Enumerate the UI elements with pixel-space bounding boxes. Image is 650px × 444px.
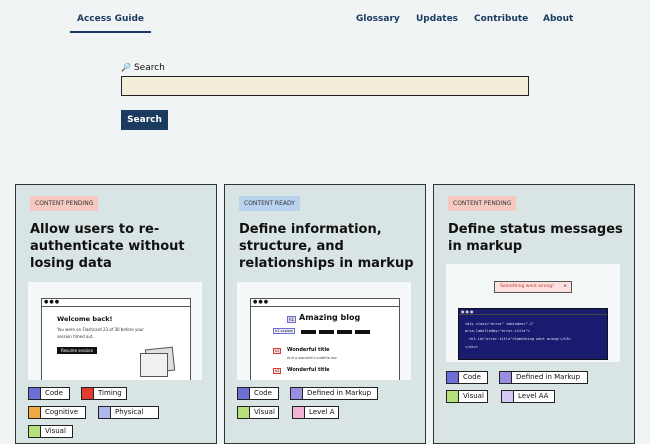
tag-timing: Timing: [81, 387, 127, 400]
status-badge: CONTENT PENDING: [30, 196, 99, 211]
tag-physical: Physical: [98, 406, 159, 419]
blog-heading: Amazing blog: [299, 313, 361, 322]
post-title: Wonderful title: [287, 347, 330, 353]
code-line: <h3 id="error-title">Something went wron…: [469, 337, 571, 341]
guide-card[interactable]: CONTENT PENDING Define status messages i…: [433, 184, 635, 444]
resume-session-button: Resume session: [57, 347, 98, 354]
tag-code: Code: [28, 387, 70, 400]
top-navigation: Access Guide Glossary Updates Contribute…: [0, 0, 650, 36]
h2-tag-label: h2: [273, 368, 282, 374]
h2-tag-label: h2: [273, 348, 282, 354]
code-line: </div>: [465, 345, 478, 349]
card-title[interactable]: Allow users to re-authenticate without l…: [30, 221, 210, 272]
brand-link[interactable]: Access Guide: [70, 0, 151, 33]
error-alert-box: Something went wrong! ×: [494, 281, 572, 293]
tag-visual: Visual: [28, 425, 73, 438]
modal-text-line1: You were on Flashcard 23 of 30 before yo…: [57, 327, 144, 332]
tag-cognitive: Cognitive: [28, 406, 86, 419]
nav-link-about[interactable]: About: [543, 14, 573, 24]
browser-window: ●●● h1 Amazing blog h2 explain h2 Wonder…: [250, 298, 400, 380]
tag-level-aa: Level AA: [501, 390, 555, 403]
post-subtitle: And a wonderful subtitle too: [287, 356, 337, 360]
status-badge: CONTENT READY: [239, 196, 300, 211]
browser-window: ●●● Welcome back! You were on Flashcard …: [41, 298, 191, 380]
search-button[interactable]: Search: [121, 110, 168, 130]
search-input[interactable]: [121, 76, 529, 96]
nav-bar-graphic: [301, 330, 316, 334]
search-label: 🔎 Search: [121, 63, 165, 73]
card-illustration: Something went wrong! × ●●● <div class="…: [446, 264, 620, 362]
h1-tag-label: h1: [287, 316, 297, 323]
search-label-text: Search: [133, 63, 165, 73]
card-title[interactable]: Define status messages in markup: [448, 221, 628, 255]
modal-text-line2: session timed out.: [57, 334, 94, 339]
nav-link-glossary[interactable]: Glossary: [356, 14, 400, 24]
close-icon: ×: [563, 284, 567, 289]
search-icon: 🔎: [121, 63, 131, 72]
card-illustration: ●●● Welcome back! You were on Flashcard …: [28, 282, 202, 380]
h2-explain-label: h2 explain: [273, 328, 296, 334]
nav-link-updates[interactable]: Updates: [416, 14, 458, 24]
tag-visual: Visual: [237, 406, 279, 419]
status-badge: CONTENT PENDING: [448, 196, 517, 211]
guide-card[interactable]: CONTENT READY Define information, struct…: [224, 184, 426, 444]
tag-visual: Visual: [446, 390, 488, 403]
nav-bar-graphic: [319, 330, 334, 334]
modal-heading: Welcome back!: [57, 315, 113, 323]
nav-bar-graphic: [355, 330, 370, 334]
error-alert-text: Something went wrong!: [500, 284, 554, 289]
nav-link-contribute[interactable]: Contribute: [474, 14, 528, 24]
code-line: aria-labelledby="error-title">: [465, 329, 530, 333]
tag-code: Code: [446, 371, 488, 384]
card-illustration: ●●● h1 Amazing blog h2 explain h2 Wonder…: [237, 282, 411, 380]
code-window: ●●● <div class="error" tabindex="-1" ari…: [458, 308, 608, 360]
tag-defined-in-markup: Defined in Markup: [499, 371, 588, 384]
tag-level-a: Level A: [292, 406, 339, 419]
code-line: <div class="error" tabindex="-1": [465, 322, 535, 326]
guide-card[interactable]: CONTENT PENDING Allow users to re-authen…: [15, 184, 217, 444]
post-title: Wonderful title: [287, 367, 330, 373]
tag-code: Code: [237, 387, 279, 400]
card-title[interactable]: Define information, structure, and relat…: [239, 221, 419, 272]
nav-bar-graphic: [337, 330, 352, 334]
flashcard-graphic: [140, 353, 168, 377]
tag-defined-in-markup: Defined in Markup: [290, 387, 378, 400]
